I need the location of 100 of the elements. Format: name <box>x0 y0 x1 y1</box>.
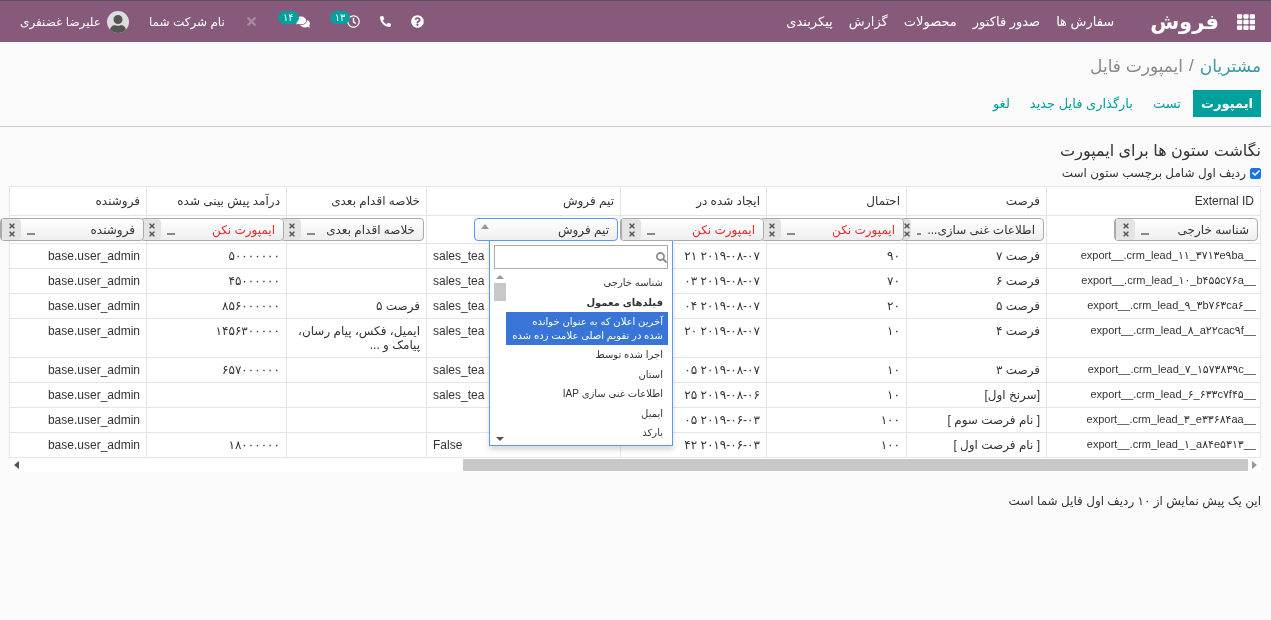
table-cell: ۱۰۰ <box>880 438 900 452</box>
table-cell: __export__.crm_lead_۳_e۳۳۶۸۴aa <box>1086 413 1256 425</box>
preview-note: این یک پیش نمایش از ۱۰ ردیف اول فایل شما است <box>1007 494 1261 508</box>
table-cell: sales_tea <box>433 388 485 402</box>
column-header: ایجاد شده در <box>620 186 767 216</box>
table-cell: [سرنخ اول] <box>984 388 1040 402</box>
table-cell: base.user_admin <box>47 299 140 313</box>
table-cell: __export__.crm_lead_۱۰_b۴۵۵c۷۶a <box>1081 274 1256 286</box>
clear-icon[interactable] <box>1 219 21 240</box>
menu-item[interactable]: پیکربندی <box>786 14 833 29</box>
company-name[interactable]: نام شرکت شما <box>148 14 225 29</box>
app-brand[interactable]: فروش <box>1150 9 1219 34</box>
dropdown-option[interactable]: استان <box>506 364 668 384</box>
column-header: فروشنده <box>9 186 147 216</box>
clear-icon[interactable] <box>1115 219 1135 240</box>
checkbox-label: ردیف اول شامل برچسب ستون است <box>1061 166 1246 180</box>
table-cell: [ نام فرصت اول ] <box>953 438 1040 452</box>
table-cell: فرصت ۳ <box>995 363 1040 377</box>
table-cell: __export__.crm_lead_۹_۳b۷۶۳ca۶ <box>1087 299 1256 311</box>
action-button[interactable]: لغو <box>984 90 1018 117</box>
field-select[interactable]: فروشنده <box>0 218 144 241</box>
field-select[interactable]: شناسه خارجی <box>1114 218 1258 241</box>
table-cell: __export__.crm_lead_۱۱_۳۷۱۳e۹ba <box>1080 249 1256 261</box>
table-cell: base.user_admin <box>47 249 140 263</box>
caret-icon <box>647 233 655 235</box>
table-cell: ۹۰ <box>887 249 900 263</box>
table-cell: base.user_admin <box>47 388 140 402</box>
table-cell: ۲۰۱۹-۰۶-۰۳ ۴۲ <box>684 438 760 452</box>
table-cell: ۱۰۰ <box>880 413 900 427</box>
table-cell: base.user_admin <box>47 438 140 452</box>
dropdown-option[interactable]: ایمیل <box>506 403 668 423</box>
table-cell: ۲۰۱۹-۰۸-۰۷ ۰۳ <box>684 274 760 288</box>
caret-icon <box>787 233 795 235</box>
horizontal-scrollbar[interactable] <box>10 458 1261 472</box>
dropdown-option[interactable]: اجرا شده توسط <box>506 345 668 365</box>
menu-item[interactable]: محصولات <box>903 14 957 29</box>
caret-icon <box>1141 233 1149 235</box>
table-cell: ۲۰۱۹-۰۸-۰۷ ۰۵ <box>684 363 760 377</box>
action-button[interactable]: تست <box>1144 90 1189 117</box>
import-button[interactable]: ایمپورت <box>1192 90 1261 117</box>
caret-icon <box>307 233 315 235</box>
table-cell: [ نام فرصت سوم ] <box>947 413 1040 427</box>
table-cell: __export__.crm_lead_۱_a۸۴e۵۳۱۳ <box>1086 438 1256 450</box>
table-cell: __export__.crm_lead_۷_۱۵۷۳۸۳۹c <box>1087 363 1256 375</box>
table-cell: فرصت ۵ <box>375 299 420 313</box>
dropdown-option[interactable]: آخرین اعلان که به عنوان خوانده شده در تقویم اصلی علامت زده شده <box>506 312 668 345</box>
user-name[interactable]: علیرضا غضنفری <box>20 14 101 29</box>
user-avatar[interactable] <box>106 10 129 33</box>
table-cell: False <box>433 438 463 452</box>
activity-badge: ۱۳ <box>329 11 351 24</box>
menu-item[interactable]: صدور فاکتور <box>972 14 1041 29</box>
table-cell: base.user_admin <box>47 363 140 377</box>
table-cell: فرصت ۶ <box>995 274 1040 288</box>
table-cell: ۱۸۰۰۰۰۰۰ <box>228 438 280 452</box>
table-cell: ۱۰ <box>887 363 900 377</box>
column-header: تیم فروش <box>426 186 621 216</box>
dropdown-option[interactable]: بارکد <box>506 423 668 443</box>
table-cell: فرصت ۴ <box>995 324 1040 338</box>
column-header: درآمد پیش بینی شده <box>146 186 287 216</box>
caret-icon <box>167 233 175 235</box>
table-cell: ۲۰۱۹-۰۸-۰۶ ۲۵ <box>684 388 760 402</box>
table-cell: sales_tea <box>433 363 485 377</box>
menu-item[interactable]: گزارش <box>848 14 888 29</box>
header-checkbox[interactable] <box>1250 167 1261 179</box>
table-cell: ۷۰ <box>887 274 900 288</box>
table-cell: base.user_admin <box>47 413 140 427</box>
search-icon <box>656 251 667 263</box>
column-header: فرصت <box>906 186 1047 216</box>
table-cell: ۲۰۱۹-۰۶-۰۳ ۰۵ <box>684 413 760 427</box>
phone-icon[interactable] <box>380 16 392 27</box>
dropdown-option[interactable]: اطلاعات غنی سازی IAP <box>506 384 668 404</box>
table-cell: sales_tea <box>433 324 485 338</box>
section-title: نگاشت ستون ها برای ایمپورت <box>1059 141 1261 160</box>
table-cell: ۱۰ <box>887 388 900 402</box>
breadcrumb-current: ایمپورت فایل <box>1090 55 1184 77</box>
clear-icon[interactable] <box>621 219 641 240</box>
table-cell: ایمیل، فکس، پیام رسان، پیامک و ... <box>298 324 420 352</box>
help-icon[interactable] <box>411 15 425 28</box>
option-group-label: فیلدهای معمول <box>585 295 664 311</box>
table-cell: ۶۵۷۰۰۰۰۰۰ <box>222 363 280 377</box>
breadcrumb-link[interactable]: مشتریان <box>1199 55 1261 77</box>
apps-menu-icon[interactable] <box>1237 12 1255 31</box>
table-cell: ۲۰۱۹-۰۸-۰۷ ۰۴ <box>684 299 760 313</box>
menu-item[interactable]: سفارش ها <box>1056 14 1115 29</box>
column-header: احتمال <box>766 186 907 216</box>
field-select[interactable]: ایمپورت نکن <box>620 218 764 241</box>
table-cell: ۲۰ <box>887 299 900 313</box>
caret-icon <box>917 233 922 235</box>
field-select[interactable]: تیم فروش <box>474 218 618 241</box>
scrollbar[interactable] <box>494 273 506 443</box>
message-badge: ۱۴ <box>277 11 299 24</box>
table-cell: sales_tea <box>433 249 485 263</box>
search-field[interactable] <box>494 245 668 269</box>
clock-icon[interactable] <box>347 15 361 28</box>
table-cell: __export__.crm_lead_۸_a۲۲cac۹f <box>1090 324 1256 336</box>
action-button[interactable]: بارگذاری فایل جدید <box>1021 90 1141 117</box>
dropdown-option[interactable]: شناسه خارجی <box>506 273 668 293</box>
column-header: External ID <box>1046 186 1261 216</box>
table-cell: ۲۰۱۹-۰۸-۰۷ ۲۰ <box>684 324 760 338</box>
table-cell: __export__.crm_lead_۶_۶۳۳c۷f۴۵ <box>1090 388 1256 400</box>
